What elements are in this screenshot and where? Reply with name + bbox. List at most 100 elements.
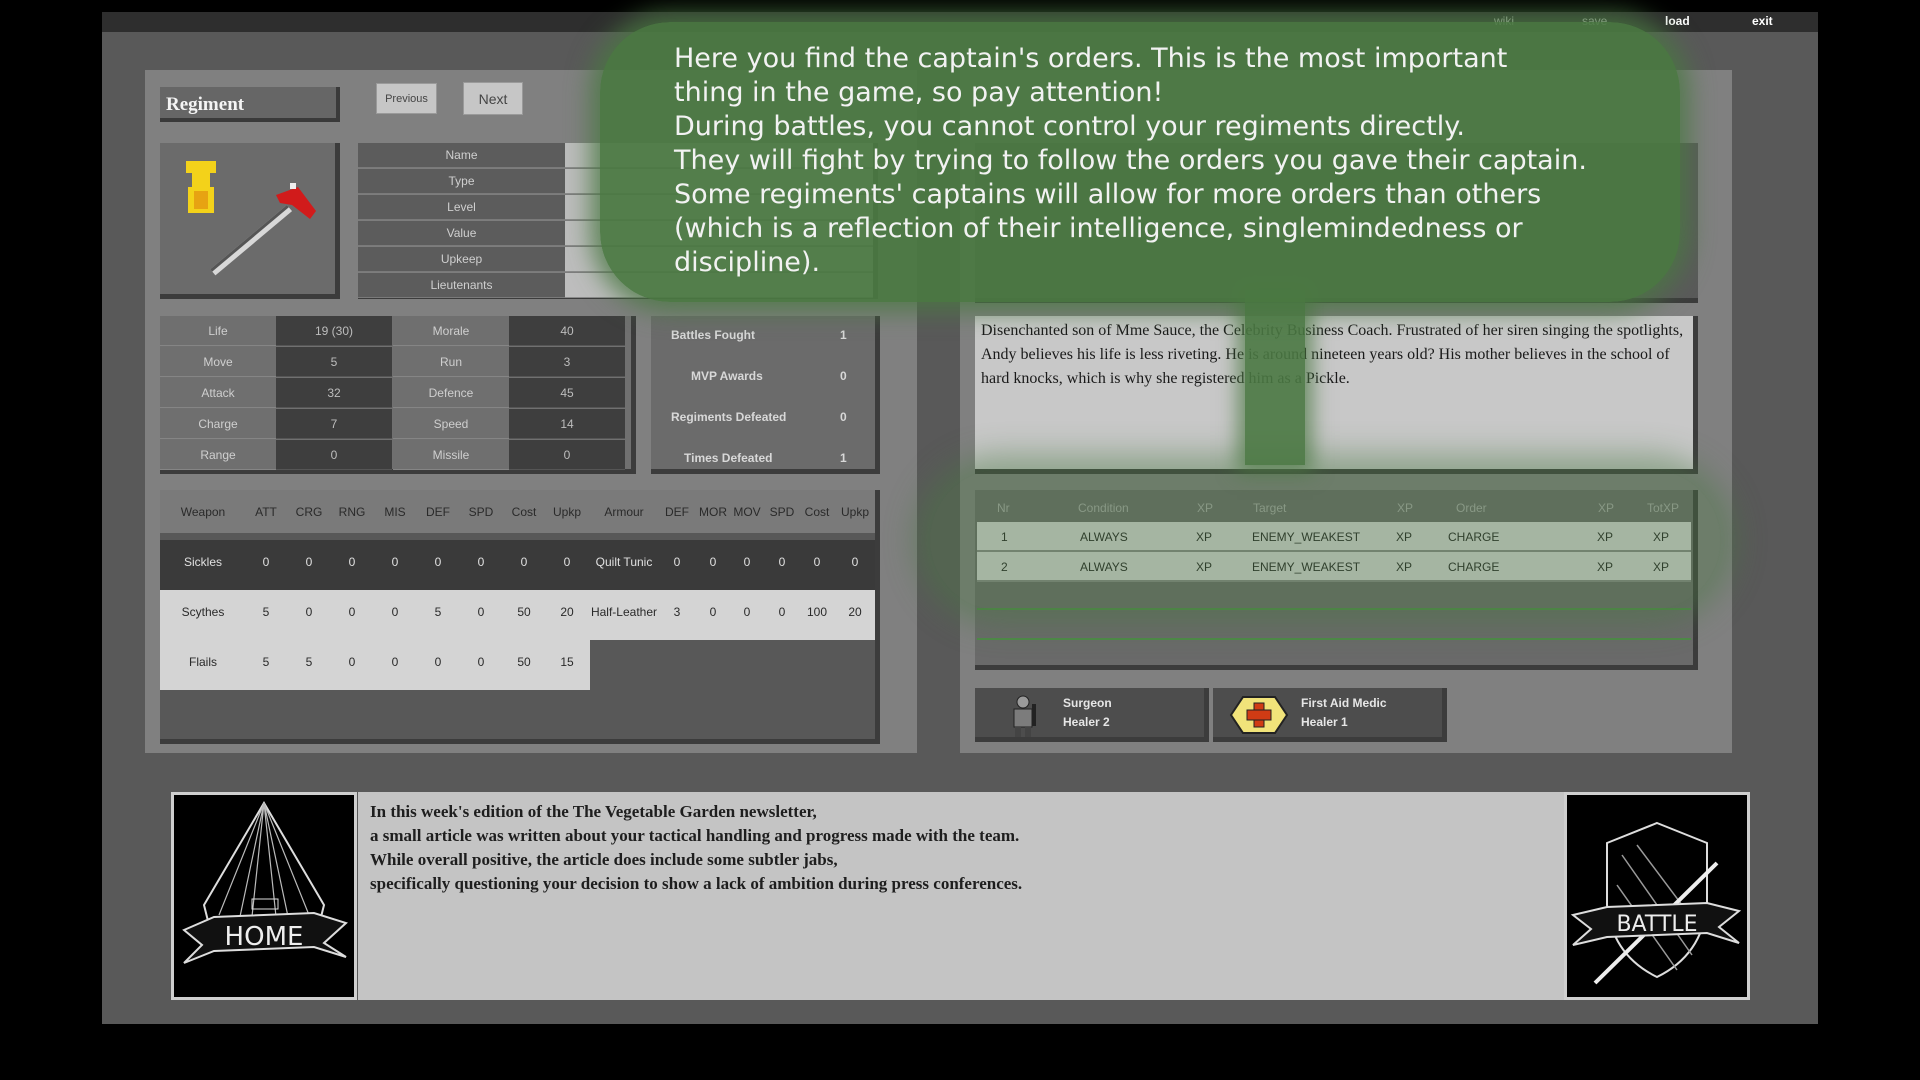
table-cell: 0 <box>434 555 442 569</box>
row-divider <box>977 638 1691 640</box>
lieutenant-name: Surgeon <box>1063 696 1112 710</box>
tutorial-text: Here you find the captain's orders. This… <box>674 42 1674 280</box>
table-cell: Half-Leather <box>590 605 658 619</box>
shield-sword-icon: BATTLE <box>1570 821 1742 985</box>
load-link[interactable]: load <box>1665 14 1690 28</box>
table-cell: 0 <box>348 655 356 669</box>
news-line: a small article was written about your t… <box>370 826 1020 845</box>
stat-label: Range <box>160 440 276 470</box>
table-header: CRG <box>295 505 323 519</box>
table-cell: 20 <box>848 605 862 619</box>
table-cell: 5 <box>305 655 313 669</box>
scythe-regiment-icon <box>186 161 316 276</box>
stat-label: Charge <box>160 409 276 439</box>
lieutenant-name: First Aid Medic <box>1301 696 1387 710</box>
table-header: ATT <box>255 505 277 519</box>
captain-description: Disenchanted son of Mme Sauce, the Celeb… <box>975 316 1698 474</box>
table-cell: 50 <box>517 655 531 669</box>
stat-label: Attack <box>160 378 276 408</box>
exit-link[interactable]: exit <box>1752 14 1773 28</box>
stat-value: 3 <box>509 347 625 377</box>
stat-value: 0 <box>276 440 392 470</box>
battle-stat-value: 0 <box>840 410 847 424</box>
table-cell: 0 <box>477 655 485 669</box>
tooltip-line: thing in the game, so pay attention! <box>674 77 1164 108</box>
stat-value: 5 <box>276 347 392 377</box>
table-cell: 0 <box>348 605 356 619</box>
table-cell: 15 <box>560 655 574 669</box>
red-cross-icon <box>1229 696 1289 734</box>
table-header: SPD <box>468 505 494 519</box>
previous-button[interactable]: Previous <box>376 83 437 114</box>
stat-label: Missile <box>393 440 509 470</box>
orders-highlight <box>930 470 1720 610</box>
stat-label: Defence <box>393 378 509 408</box>
table-header: Upkp <box>840 505 869 519</box>
table-cell: 0 <box>391 605 399 619</box>
type-label: Type <box>358 169 565 194</box>
battle-stat-label: Battles Fought <box>671 328 755 342</box>
table-cell: 0 <box>391 555 399 569</box>
tooltip-line: Some regiments' captains will allow for … <box>674 179 1542 210</box>
news-line: While overall positive, the article does… <box>370 850 838 869</box>
regiment-portrait <box>160 143 340 299</box>
upkeep-label: Upkeep <box>358 247 565 272</box>
table-cell: 5 <box>262 605 270 619</box>
regiment-stats: Life 19 (30) Morale 40 Move 5 Run 3 Atta… <box>160 316 636 474</box>
stat-value: 32 <box>276 378 392 408</box>
level-label: Level <box>358 195 565 220</box>
table-cell: 0 <box>262 555 270 569</box>
regiment-title: Regiment <box>160 87 340 122</box>
lieutenant-card[interactable]: Surgeon Healer 2 <box>975 688 1209 742</box>
table-header: Cost <box>511 505 537 519</box>
battle-stat-label: MVP Awards <box>691 369 763 383</box>
table-header: Weapon <box>180 505 226 519</box>
tooltip-line: During battles, you cannot control your … <box>674 111 1465 142</box>
battle-stat-label: Times Defeated <box>684 451 773 465</box>
lieutenant-card[interactable]: First Aid Medic Healer 1 <box>1213 688 1447 742</box>
table-cell: Flails <box>188 655 217 669</box>
table-cell: 0 <box>391 655 399 669</box>
next-button[interactable]: Next <box>463 82 523 115</box>
lieutenant-role: Healer 1 <box>1301 715 1348 729</box>
table-header: DEF <box>426 505 450 519</box>
battle-button[interactable]: BATTLE <box>1564 792 1750 1000</box>
tooltip-line: They will fight by trying to follow the … <box>674 145 1587 176</box>
lieutenant-role: Healer 2 <box>1063 715 1110 729</box>
lieutenants-label: Lieutenants <box>358 273 565 298</box>
table-cell: 0 <box>851 555 859 569</box>
news-line: specifically questioning your decision t… <box>370 874 1023 893</box>
stat-value: 45 <box>509 378 625 408</box>
stat-value: 7 <box>276 409 392 439</box>
home-button[interactable]: HOME <box>171 792 357 1000</box>
tooltip-line: (which is a reflection of their intellig… <box>674 213 1523 244</box>
battle-label: BATTLE <box>1616 912 1697 937</box>
table-cell: 5 <box>434 605 442 619</box>
stat-value: 40 <box>509 316 625 346</box>
tooltip-line: discipline). <box>674 247 821 278</box>
table-cell: 0 <box>477 555 485 569</box>
table-cell: 0 <box>477 605 485 619</box>
stat-label: Speed <box>393 409 509 439</box>
newsletter-text: In this week's edition of the The Vegeta… <box>358 792 1564 1000</box>
table-cell: 0 <box>348 555 356 569</box>
table-cell: 5 <box>262 655 270 669</box>
battle-record: Battles Fought 1 MVP Awards 0 Regiments … <box>651 316 880 474</box>
battle-stat-label: Regiments Defeated <box>671 410 787 424</box>
tooltip-pointer <box>1245 290 1305 465</box>
stat-value: 14 <box>509 409 625 439</box>
battle-stat-value: 1 <box>840 451 847 465</box>
table-header: MIS <box>384 505 406 519</box>
table-cell: Sickles <box>183 555 222 569</box>
stat-value: 0 <box>509 440 625 470</box>
table-cell: 0 <box>434 655 442 669</box>
name-label: Name <box>358 143 565 168</box>
tooltip-line: Here you find the captain's orders. This… <box>674 43 1508 74</box>
home-label: HOME <box>225 922 304 952</box>
stat-value: 19 (30) <box>276 316 392 346</box>
stat-label: Life <box>160 316 276 346</box>
table-cell: Quilt Tunic <box>595 555 653 569</box>
value-label: Value <box>358 221 565 246</box>
table-header: RNG <box>338 505 366 519</box>
table-cell: 50 <box>517 605 531 619</box>
